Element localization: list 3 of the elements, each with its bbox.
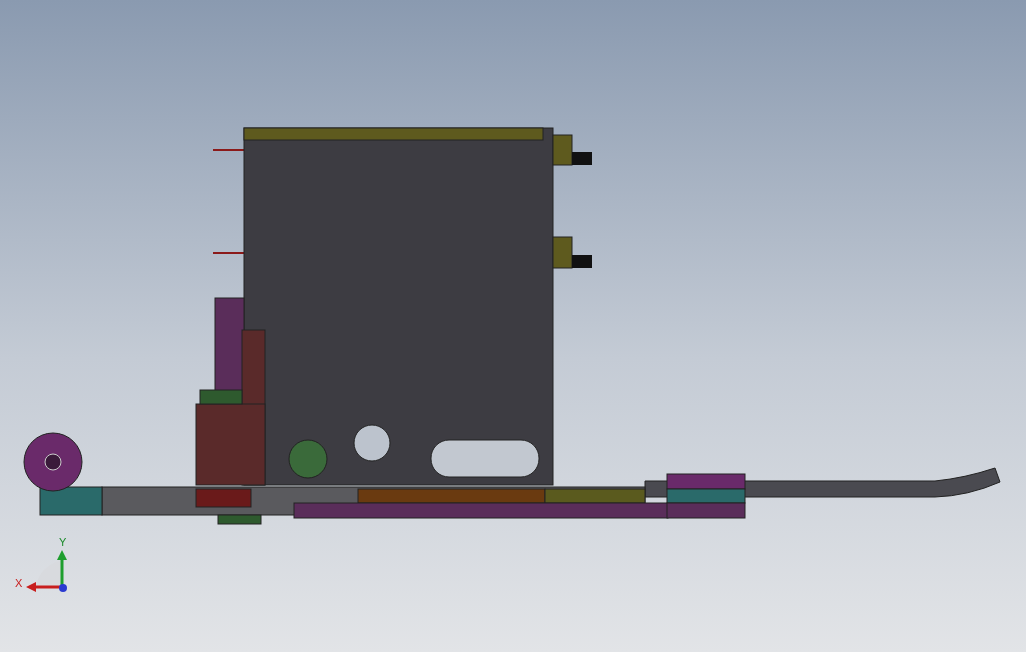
cad-model-drawing[interactable] [23,127,1001,525]
x-axis-label: X [15,577,23,589]
y-axis-label: Y [59,536,67,548]
